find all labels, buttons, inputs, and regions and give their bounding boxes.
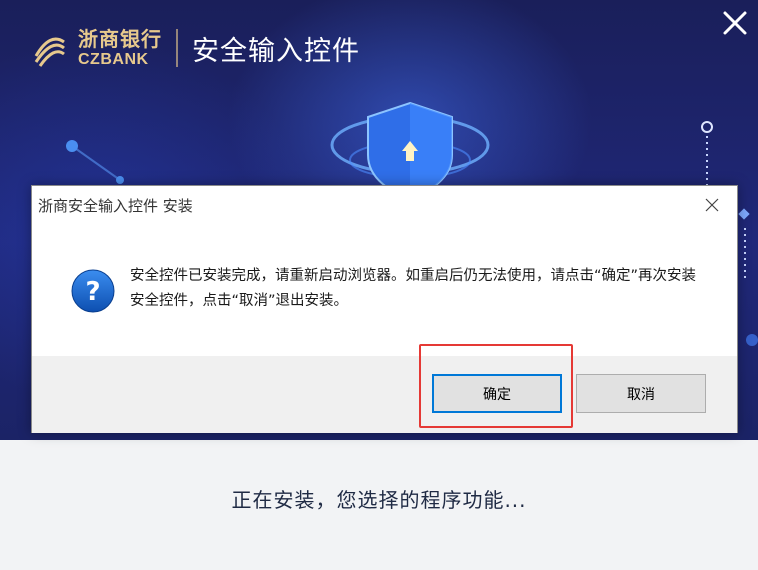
dialog-close-button[interactable] [701,194,723,216]
svg-text:?: ? [85,277,100,307]
window-close-button[interactable] [718,6,752,40]
brand-header: 浙商银行 CZBANK 安全输入控件 [30,24,360,72]
brand-divider [176,29,178,67]
install-dialog: 浙商安全输入控件 安装 ? 安全控件已安装完成，请重新启动浏览器。如重启后仍无法… [31,185,738,433]
ok-button[interactable]: 确定 [432,374,562,413]
dialog-message: 安全控件已安装完成，请重新启动浏览器。如重启后仍无法使用，请点击“确定”再次安装… [130,268,697,309]
close-icon [705,198,719,212]
app-title: 安全输入控件 [192,35,360,67]
dialog-titlebar: 浙商安全输入控件 安装 [32,186,737,224]
dialog-title: 浙商安全输入控件 安装 [38,196,193,215]
close-icon [723,11,747,35]
question-icon: ? [71,269,115,313]
install-status-text: 正在安装，您选择的程序功能... [231,488,527,512]
brand-name-cn: 浙商银行 [78,27,162,51]
dialog-body: ? 安全控件已安装完成，请重新启动浏览器。如重启后仍无法使用，请点击“确定”再次… [32,224,737,356]
dialog-footer: 确定 取消 [32,356,737,433]
czbank-logo-icon [34,37,65,67]
cancel-button[interactable]: 取消 [576,374,706,413]
brand-name-en: CZBANK [78,51,149,68]
